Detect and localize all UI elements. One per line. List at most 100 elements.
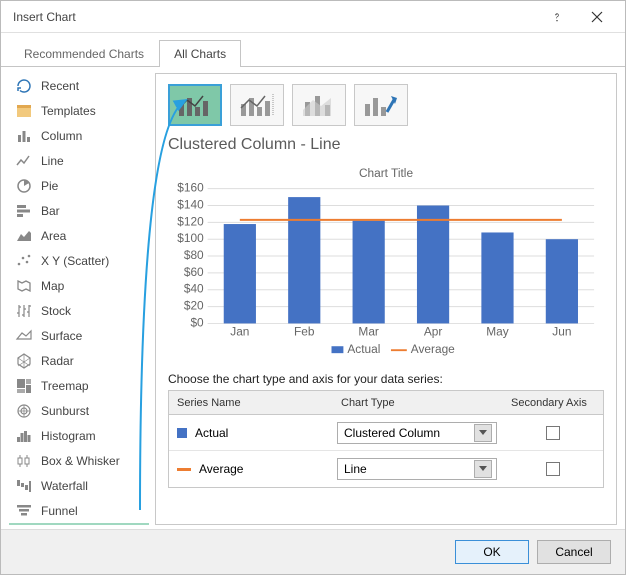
sidebar-item-line[interactable]: Line bbox=[9, 148, 149, 173]
series-table-header: Series Name Chart Type Secondary Axis bbox=[169, 391, 603, 415]
sidebar-item-sunburst[interactable]: Sunburst bbox=[9, 398, 149, 423]
sidebar-item-bar[interactable]: Bar bbox=[9, 198, 149, 223]
subtype-custom-combo[interactable] bbox=[354, 84, 408, 126]
sidebar-item-boxwhisker[interactable]: Box & Whisker bbox=[9, 448, 149, 473]
sidebar-label: Area bbox=[41, 229, 66, 243]
svg-text:Average: Average bbox=[411, 342, 455, 356]
funnel-icon bbox=[15, 502, 33, 520]
sidebar-item-stock[interactable]: Stock bbox=[9, 298, 149, 323]
insert-chart-dialog: Insert Chart Recommended Charts All Char… bbox=[0, 0, 626, 575]
dialog-footer: OK Cancel bbox=[1, 529, 625, 574]
header-secondary-axis: Secondary Axis bbox=[503, 397, 603, 409]
sidebar-label: Box & Whisker bbox=[41, 454, 120, 468]
subtype-heading: Clustered Column - Line bbox=[168, 136, 604, 154]
sidebar-label: Bar bbox=[41, 204, 60, 218]
header-chart-type: Chart Type bbox=[333, 397, 503, 409]
recent-icon bbox=[15, 77, 33, 95]
svg-text:Mar: Mar bbox=[358, 324, 378, 338]
sidebar-label: Templates bbox=[41, 104, 96, 118]
series-name-average: Average bbox=[199, 462, 243, 476]
sidebar-label: Recent bbox=[41, 79, 79, 93]
column-icon bbox=[15, 127, 33, 145]
ok-button[interactable]: OK bbox=[455, 540, 529, 564]
chart-type-select-actual[interactable]: Clustered Column bbox=[337, 422, 497, 444]
sidebar-item-templates[interactable]: Templates bbox=[9, 98, 149, 123]
sidebar-label: X Y (Scatter) bbox=[41, 254, 109, 268]
sidebar-item-map[interactable]: Map bbox=[9, 273, 149, 298]
series-row-actual: Actual Clustered Column bbox=[169, 415, 603, 451]
templates-icon bbox=[15, 102, 33, 120]
stock-icon bbox=[15, 302, 33, 320]
map-icon bbox=[15, 277, 33, 295]
close-icon bbox=[591, 11, 603, 23]
cancel-button[interactable]: Cancel bbox=[537, 540, 611, 564]
subtype-clustered-column-line[interactable] bbox=[168, 84, 222, 126]
radar-icon bbox=[15, 352, 33, 370]
scatter-icon bbox=[15, 252, 33, 270]
sidebar-item-waterfall[interactable]: Waterfall bbox=[9, 473, 149, 498]
help-icon bbox=[551, 11, 563, 23]
dropdown-icon bbox=[474, 460, 492, 478]
sidebar-item-area[interactable]: Area bbox=[9, 223, 149, 248]
chart-preview[interactable]: Chart Title$0$20$40$60$80$100$120$140$16… bbox=[168, 162, 604, 362]
dropdown-icon bbox=[474, 424, 492, 442]
line-icon bbox=[15, 152, 33, 170]
series-swatch-actual bbox=[177, 428, 187, 438]
tab-all-charts[interactable]: All Charts bbox=[159, 40, 241, 67]
sidebar-item-combo[interactable]: Combo bbox=[9, 523, 149, 525]
sidebar-item-pie[interactable]: Pie bbox=[9, 173, 149, 198]
sidebar-label: Pie bbox=[41, 179, 58, 193]
help-button[interactable] bbox=[537, 2, 577, 32]
svg-text:Chart Title: Chart Title bbox=[359, 166, 414, 180]
secondary-axis-checkbox-average[interactable] bbox=[546, 462, 560, 476]
series-row-average: Average Line bbox=[169, 451, 603, 487]
treemap-icon bbox=[15, 377, 33, 395]
series-swatch-average bbox=[177, 468, 191, 471]
chart-type-select-average[interactable]: Line bbox=[337, 458, 497, 480]
sidebar-label: Sunburst bbox=[41, 404, 89, 418]
tab-strip: Recommended Charts All Charts bbox=[1, 33, 625, 67]
header-series-name: Series Name bbox=[169, 397, 333, 409]
svg-text:$80: $80 bbox=[184, 248, 204, 262]
sidebar-item-column[interactable]: Column bbox=[9, 123, 149, 148]
svg-text:$160: $160 bbox=[177, 181, 204, 195]
sidebar-label: Funnel bbox=[41, 504, 78, 518]
titlebar: Insert Chart bbox=[1, 1, 625, 33]
sidebar-label: Treemap bbox=[41, 379, 89, 393]
subtype-row bbox=[168, 84, 604, 126]
tab-recommended[interactable]: Recommended Charts bbox=[9, 40, 159, 67]
series-table: Series Name Chart Type Secondary Axis Ac… bbox=[168, 390, 604, 488]
sidebar-item-funnel[interactable]: Funnel bbox=[9, 498, 149, 523]
dialog-title: Insert Chart bbox=[13, 10, 537, 24]
series-name-actual: Actual bbox=[195, 426, 228, 440]
svg-text:$0: $0 bbox=[190, 315, 204, 329]
sidebar-item-surface[interactable]: Surface bbox=[9, 323, 149, 348]
sidebar-label: Map bbox=[41, 279, 64, 293]
chart-category-list: Recent Templates Column Line Pie Bar Are… bbox=[9, 73, 149, 525]
svg-text:$60: $60 bbox=[184, 265, 204, 279]
chart-type-value-actual: Clustered Column bbox=[344, 426, 440, 440]
sidebar-label: Line bbox=[41, 154, 64, 168]
svg-text:May: May bbox=[486, 324, 508, 338]
sidebar-item-treemap[interactable]: Treemap bbox=[9, 373, 149, 398]
svg-text:Feb: Feb bbox=[294, 324, 315, 338]
dialog-body: Recent Templates Column Line Pie Bar Are… bbox=[1, 67, 625, 529]
sidebar-item-scatter[interactable]: X Y (Scatter) bbox=[9, 248, 149, 273]
sidebar-item-radar[interactable]: Radar bbox=[9, 348, 149, 373]
box-whisker-icon bbox=[15, 452, 33, 470]
secondary-axis-checkbox-actual[interactable] bbox=[546, 426, 560, 440]
chart-type-value-average: Line bbox=[344, 462, 367, 476]
series-choose-label: Choose the chart type and axis for your … bbox=[168, 372, 604, 386]
sidebar-label: Surface bbox=[41, 329, 82, 343]
svg-text:Jun: Jun bbox=[552, 324, 571, 338]
subtype-stacked-area-column[interactable] bbox=[292, 84, 346, 126]
subtype-clustered-column-line-secondary[interactable] bbox=[230, 84, 284, 126]
svg-text:$120: $120 bbox=[177, 214, 204, 228]
svg-text:Jan: Jan bbox=[230, 324, 249, 338]
area-icon bbox=[15, 227, 33, 245]
main-panel: Clustered Column - Line Chart Title$0$20… bbox=[155, 73, 617, 525]
svg-text:$40: $40 bbox=[184, 282, 204, 296]
close-button[interactable] bbox=[577, 2, 617, 32]
sidebar-item-recent[interactable]: Recent bbox=[9, 73, 149, 98]
sidebar-item-histogram[interactable]: Histogram bbox=[9, 423, 149, 448]
